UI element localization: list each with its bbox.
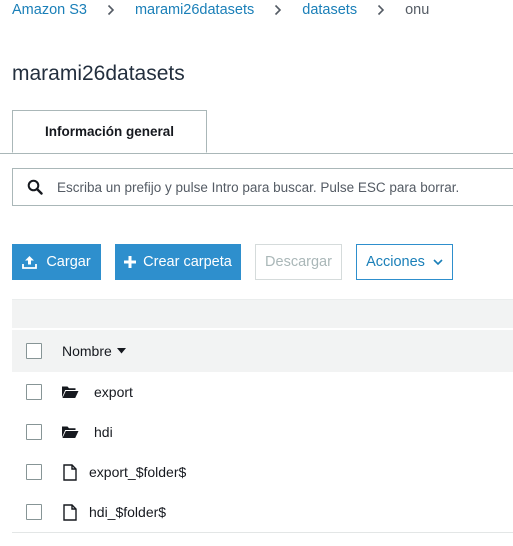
column-header-name[interactable]: Nombre	[62, 343, 126, 359]
chevron-down-icon	[433, 258, 443, 266]
search-icon	[13, 169, 57, 205]
row-name[interactable]: hdi_$folder$	[89, 504, 166, 520]
table-header: Nombre	[12, 330, 513, 373]
tabs-divider	[0, 153, 513, 154]
upload-button-label: Cargar	[46, 254, 91, 270]
actions-dropdown[interactable]: Acciones	[356, 244, 453, 280]
upload-icon	[22, 255, 38, 269]
breadcrumb-amazon-s3[interactable]: Amazon S3	[12, 2, 87, 18]
select-all-checkbox[interactable]	[26, 343, 42, 359]
breadcrumb-bucket[interactable]: marami26datasets	[135, 2, 254, 18]
create-folder-button-label: Crear carpeta	[143, 254, 232, 270]
breadcrumb-current: onu	[405, 2, 430, 18]
plus-icon	[124, 256, 137, 268]
breadcrumb-datasets[interactable]: datasets	[302, 2, 357, 18]
table-row[interactable]: export	[12, 372, 513, 413]
row-name[interactable]: export_$folder$	[89, 464, 186, 480]
table-row[interactable]: export_$folder$	[12, 452, 513, 493]
tab-overview[interactable]: Información general	[12, 110, 207, 153]
folder-icon	[61, 425, 79, 439]
row-checkbox[interactable]	[26, 384, 42, 400]
row-name[interactable]: export	[94, 384, 133, 400]
actions-dropdown-label: Acciones	[366, 254, 425, 270]
table-top-bar	[12, 299, 513, 328]
breadcrumb-separator	[357, 4, 405, 16]
upload-button[interactable]: Cargar	[12, 244, 101, 280]
create-folder-button[interactable]: Crear carpeta	[115, 244, 241, 280]
search-input[interactable]	[57, 169, 513, 205]
row-name[interactable]: hdi	[94, 424, 113, 440]
table-row[interactable]: hdi	[12, 412, 513, 453]
breadcrumb-separator	[87, 4, 135, 16]
search-box	[12, 168, 513, 206]
file-icon	[63, 463, 77, 481]
download-button[interactable]: Descargar	[255, 244, 342, 280]
file-icon	[63, 503, 77, 521]
column-header-name-label: Nombre	[62, 343, 112, 359]
row-checkbox[interactable]	[26, 464, 42, 480]
sort-caret-icon	[116, 348, 126, 354]
table-row[interactable]: hdi_$folder$	[12, 492, 513, 533]
row-checkbox[interactable]	[26, 504, 42, 520]
page-title: marami26datasets	[12, 62, 185, 85]
breadcrumb-separator	[254, 4, 302, 16]
breadcrumb: Amazon S3 marami26datasets datasets onu	[12, 0, 429, 20]
row-checkbox[interactable]	[26, 424, 42, 440]
folder-icon	[61, 385, 79, 399]
